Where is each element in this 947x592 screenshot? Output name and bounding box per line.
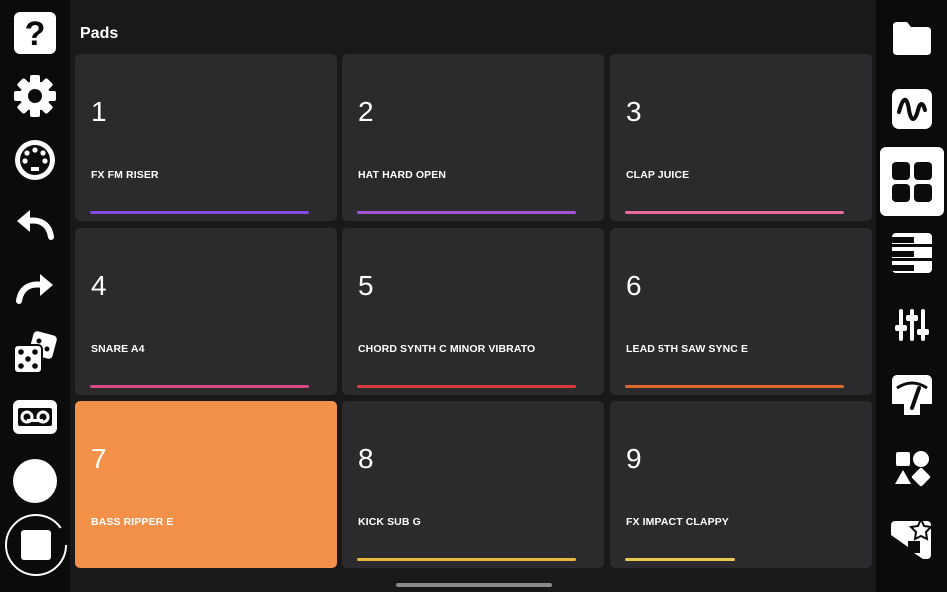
mixer-button[interactable] — [888, 302, 936, 348]
pad-sample-name: BASS RIPPER E — [91, 516, 174, 528]
pad-level-bar — [357, 385, 576, 388]
midi-button[interactable] — [12, 137, 58, 183]
pad-level-bar — [625, 211, 844, 214]
pad-number: 3 — [626, 96, 642, 127]
pad-4[interactable]: 4 SNARE A4 — [75, 228, 337, 395]
pad-sample-name: SNARE A4 — [91, 343, 145, 355]
export-star-icon — [891, 517, 934, 561]
stop-button-icon — [5, 514, 67, 576]
pad-sample-name: LEAD 5TH SAW SYNC E — [626, 343, 749, 355]
pad-number: 9 — [626, 443, 642, 474]
meter-button[interactable] — [888, 372, 936, 418]
pad-sample-name: FX IMPACT CLAPPY — [626, 516, 729, 528]
pad-1[interactable]: 1 FX FM RISER — [75, 54, 337, 221]
piano-button[interactable] — [888, 230, 936, 276]
pad-5[interactable]: 5 CHORD SYNTH C MINOR VIBRATO — [342, 228, 604, 395]
waveform-icon — [892, 89, 932, 129]
pad-level-bar — [357, 558, 576, 561]
pad-sample-name: CLAP JUICE — [626, 169, 690, 181]
settings-button[interactable] — [12, 73, 58, 119]
pad-number: 7 — [91, 443, 107, 474]
shapes-icon — [895, 451, 931, 487]
pad-9[interactable]: 9 FX IMPACT CLAPPY — [610, 401, 872, 568]
pad-level-bar — [90, 385, 309, 388]
stop-button[interactable] — [4, 513, 68, 577]
export-button[interactable] — [888, 515, 936, 563]
settings-gear-icon — [14, 75, 56, 117]
pad-sample-name: HAT HARD OPEN — [358, 169, 447, 181]
piano-keys-icon — [892, 233, 932, 273]
randomize-button[interactable] — [10, 328, 60, 378]
folder-button[interactable] — [888, 17, 936, 59]
pad-6[interactable]: 6 LEAD 5TH SAW SYNC E — [610, 228, 872, 395]
pad-level-bar — [625, 385, 844, 388]
pad-number: 6 — [626, 270, 642, 301]
pad-level-bar — [625, 558, 735, 561]
waveform-button[interactable] — [888, 86, 936, 132]
pad-number: 2 — [358, 96, 374, 127]
midi-icon — [15, 140, 55, 180]
svg-text:?: ? — [25, 15, 46, 53]
tape-record-icon — [13, 400, 57, 434]
pad-8[interactable]: 8 KICK SUB G — [342, 401, 604, 568]
pad-number: 4 — [91, 270, 107, 301]
pads-tab-button[interactable] — [880, 147, 944, 216]
pad-7[interactable]: 7 BASS RIPPER E — [75, 401, 337, 568]
pads-grid-icon — [892, 161, 932, 202]
help-icon: ? — [14, 12, 56, 54]
meter-icon — [892, 375, 932, 415]
redo-icon — [16, 274, 53, 304]
pad-level-bar — [357, 211, 576, 214]
undo-button[interactable] — [12, 205, 58, 245]
pad-number: 8 — [358, 443, 374, 474]
home-indicator — [396, 583, 552, 587]
redo-button[interactable] — [12, 269, 58, 309]
undo-icon — [17, 210, 54, 240]
pad-sample-name: FX FM RISER — [91, 169, 159, 181]
tape-button[interactable] — [12, 397, 58, 437]
mixer-sliders-icon — [895, 309, 929, 341]
record-button-icon — [13, 459, 57, 503]
pad-3[interactable]: 3 CLAP JUICE — [610, 54, 872, 221]
pad-sample-name: CHORD SYNTH C MINOR VIBRATO — [358, 343, 536, 355]
shapes-button[interactable] — [888, 445, 936, 491]
dice-randomize-icon — [13, 331, 57, 374]
pad-level-bar — [90, 211, 309, 214]
folder-icon — [893, 22, 931, 55]
pad-sample-name: KICK SUB G — [358, 516, 421, 528]
pad-number: 1 — [91, 96, 107, 127]
page-title: Pads — [80, 25, 119, 42]
record-button[interactable] — [12, 458, 58, 504]
help-button[interactable]: ? — [12, 11, 58, 55]
pad-2[interactable]: 2 HAT HARD OPEN — [342, 54, 604, 221]
pad-number: 5 — [358, 270, 374, 301]
